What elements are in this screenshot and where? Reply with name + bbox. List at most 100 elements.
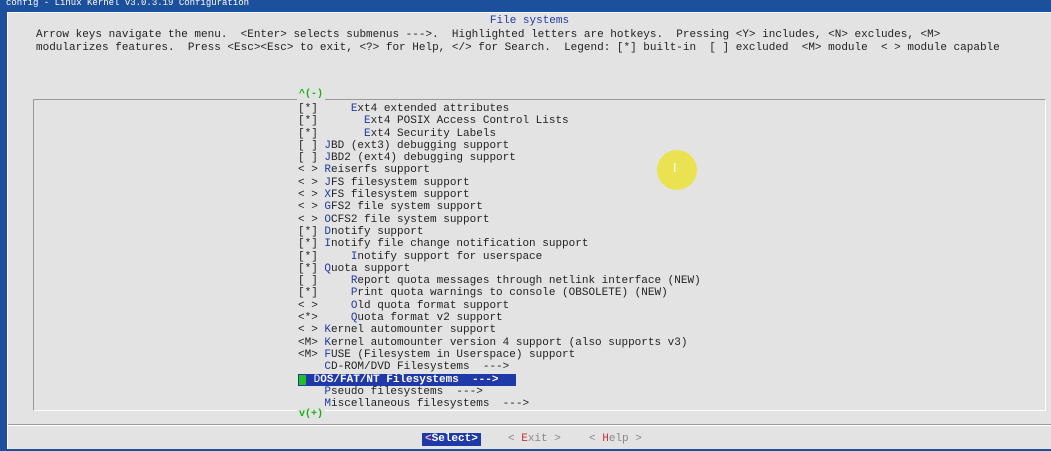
dialog-title: File systems bbox=[489, 15, 570, 27]
menu-item-label: USE (Filesystem in Userspace) support bbox=[331, 348, 576, 361]
menu-item[interactable]: C D-ROM/DVD Filesystems ---> bbox=[298, 361, 698, 373]
menu-item-hotkey: E bbox=[364, 115, 371, 128]
menu-item[interactable]: < > Kernel automounter support bbox=[298, 324, 698, 336]
menu-item-hotkey: K bbox=[324, 336, 332, 349]
menu-item-label: ld quota format support bbox=[357, 299, 510, 312]
menu-item-hotkey: G bbox=[324, 201, 332, 214]
menuconfig-dialog: File systems Arrow keys navigate the men… bbox=[7, 12, 1051, 449]
menu-item[interactable]: [*] Dnotify support bbox=[298, 226, 698, 238]
window-title-bar: config - Linux Kernel v3.0.3.19 Configur… bbox=[0, 0, 1051, 8]
menu-item-label: xt4 extended attributes bbox=[357, 103, 510, 115]
menu-item-label: BD2 (ext4) debugging support bbox=[331, 152, 516, 165]
menu-item-hotkey: Q bbox=[324, 262, 332, 275]
menu-item[interactable]: D OS/FAT/NT Filesystems ---> bbox=[298, 373, 516, 386]
menu-item[interactable]: [*] Quota support bbox=[298, 263, 698, 275]
help-button[interactable]: < Help > bbox=[589, 433, 642, 446]
mouse-cursor-highlight: I bbox=[657, 150, 697, 190]
menu-item-hotkey: O bbox=[324, 213, 332, 226]
menu-item-state: <M> bbox=[298, 348, 325, 361]
help-line-1: Arrow keys navigate the menu. <Enter> se… bbox=[36, 29, 941, 41]
menu-item-hotkey: O bbox=[350, 299, 358, 312]
menu-list[interactable]: [*] Ext4 extended attributes [*] Ext4 POS… bbox=[298, 103, 701, 410]
exit-button[interactable]: < Exit > bbox=[508, 433, 561, 446]
menu-item-hotkey: I bbox=[324, 238, 332, 251]
menu-item-state: [ ] bbox=[298, 139, 325, 152]
menu-item-label: rint quota warnings to console (OBSOLETE… bbox=[357, 287, 668, 300]
menu-item-label: FS filesystem support bbox=[331, 189, 470, 202]
menu-item-state: < > bbox=[298, 324, 325, 337]
menu-item-state: <M> bbox=[298, 336, 325, 349]
scroll-up-indicator[interactable]: ^(-) bbox=[297, 90, 326, 100]
menu-item-label: xt4 Security Labels bbox=[370, 127, 497, 140]
menu-item[interactable]: < > Reiserfs support bbox=[298, 164, 698, 176]
exit-button-label: xit bbox=[527, 433, 548, 445]
menu-item-state: [*] bbox=[298, 115, 365, 128]
menu-item[interactable]: [*] Ext4 extended attributes bbox=[298, 103, 698, 115]
menu-item-label: ernel automounter support bbox=[331, 324, 497, 337]
menu-item-hotkey: P bbox=[350, 287, 358, 300]
exit-button-tail: > bbox=[547, 433, 561, 445]
menu-item-state bbox=[298, 386, 324, 398]
menu-item[interactable]: [*] Inotify file change notification sup… bbox=[298, 238, 698, 250]
menu-item-state: [*] bbox=[298, 127, 365, 140]
menu-item-state: [*] bbox=[298, 103, 351, 115]
menu-item[interactable]: [*] Print quota warnings to console (OBS… bbox=[298, 287, 698, 299]
help-button-pre: < bbox=[589, 433, 603, 445]
menu-item-state: < > bbox=[298, 299, 351, 312]
menu-item-hotkey: F bbox=[324, 348, 332, 361]
menu-item-prefix bbox=[307, 374, 314, 386]
menu-item-label: D-ROM/DVD Filesystems ---> bbox=[331, 361, 510, 374]
menu-item[interactable]: < > Old quota format support bbox=[298, 300, 698, 312]
menu-item[interactable]: < > J FS filesystem support bbox=[298, 177, 698, 189]
exit-button-hotkey: E bbox=[521, 433, 528, 445]
menu-item-state: [*] bbox=[298, 225, 325, 238]
button-separator bbox=[8, 424, 1051, 426]
menu-item[interactable]: [*] Ext4 POSIX Access Control Lists bbox=[298, 115, 698, 127]
menu-item[interactable]: < > O CFS2 file system support bbox=[298, 214, 698, 226]
menu-item-state: [ ] bbox=[298, 275, 351, 288]
help-text: Arrow keys navigate the menu. <Enter> se… bbox=[36, 29, 1046, 55]
menu-item[interactable]: <M> Kernel automounter version 4 support… bbox=[298, 337, 698, 349]
menu-item-hotkey: J bbox=[324, 176, 332, 189]
selection-cursor-icon bbox=[299, 374, 306, 385]
menu-item[interactable]: Pseudo filesystems ---> bbox=[298, 386, 698, 398]
menu-item-label: FS filesystem support bbox=[331, 176, 470, 189]
menu-item[interactable]: <M> F USE (Filesystem in Userspace) suppo… bbox=[298, 349, 698, 361]
menu-item[interactable]: Miscellaneous filesystems ---> bbox=[298, 398, 698, 410]
menu-item-hotkey: C bbox=[324, 361, 332, 374]
menu-item-hotkey: P bbox=[324, 385, 332, 398]
menu-item[interactable]: < > X FS filesystem support bbox=[298, 189, 698, 201]
menu-item[interactable]: [ ] Report quota messages through netlin… bbox=[298, 275, 701, 288]
menu-item-hotkey: I bbox=[350, 250, 358, 263]
menu-item-state: [*] bbox=[298, 250, 351, 263]
help-button-label: elp bbox=[608, 433, 629, 445]
scroll-down-indicator[interactable]: v(+) bbox=[297, 410, 326, 420]
menu-item-state bbox=[298, 361, 324, 373]
menu-item[interactable]: [*] Ext4 Security Labels bbox=[298, 128, 698, 140]
menu-item[interactable]: [*] Inotify support for userspace bbox=[298, 251, 698, 263]
menu-item-hotkey: D bbox=[324, 225, 332, 238]
select-button-open: < bbox=[425, 433, 432, 445]
menu-item-label: notify support for userspace bbox=[357, 250, 543, 263]
select-button[interactable]: <Select> bbox=[422, 433, 481, 446]
menu-item-label: iscellaneous filesystems ---> bbox=[331, 398, 530, 411]
menu-item-label: eiserfs support bbox=[331, 164, 431, 177]
menu-item-label: OS/FAT/NT Filesystems ---> bbox=[320, 373, 499, 386]
menu-item-hotkey: J bbox=[324, 152, 332, 165]
text-cursor-icon: I bbox=[673, 161, 677, 175]
select-button-close: > bbox=[471, 433, 478, 445]
menu-item-hotkey: Q bbox=[350, 312, 358, 325]
menu-item-state: [ ] bbox=[298, 152, 325, 165]
menu-item[interactable]: [ ] J BD (ext3) debugging support bbox=[298, 140, 698, 152]
help-button-hotkey: H bbox=[602, 433, 609, 445]
menu-item[interactable]: < > G FS2 file system support bbox=[298, 201, 698, 213]
menu-item-label: seudo filesystems ---> bbox=[331, 385, 483, 398]
menu-item[interactable]: [ ] J BD2 (ext4) debugging support bbox=[298, 152, 698, 164]
menu-item[interactable]: <*> Quota format v2 support bbox=[298, 312, 698, 324]
menu-item-hotkey: E bbox=[364, 127, 371, 140]
menu-item-state: [*] bbox=[298, 287, 351, 300]
menu-item-label: CFS2 file system support bbox=[331, 213, 490, 226]
menu-item-label: eport quota messages through netlink int… bbox=[357, 275, 701, 288]
exit-button-pre: < bbox=[508, 433, 522, 445]
menu-item-hotkey: J bbox=[324, 139, 332, 152]
